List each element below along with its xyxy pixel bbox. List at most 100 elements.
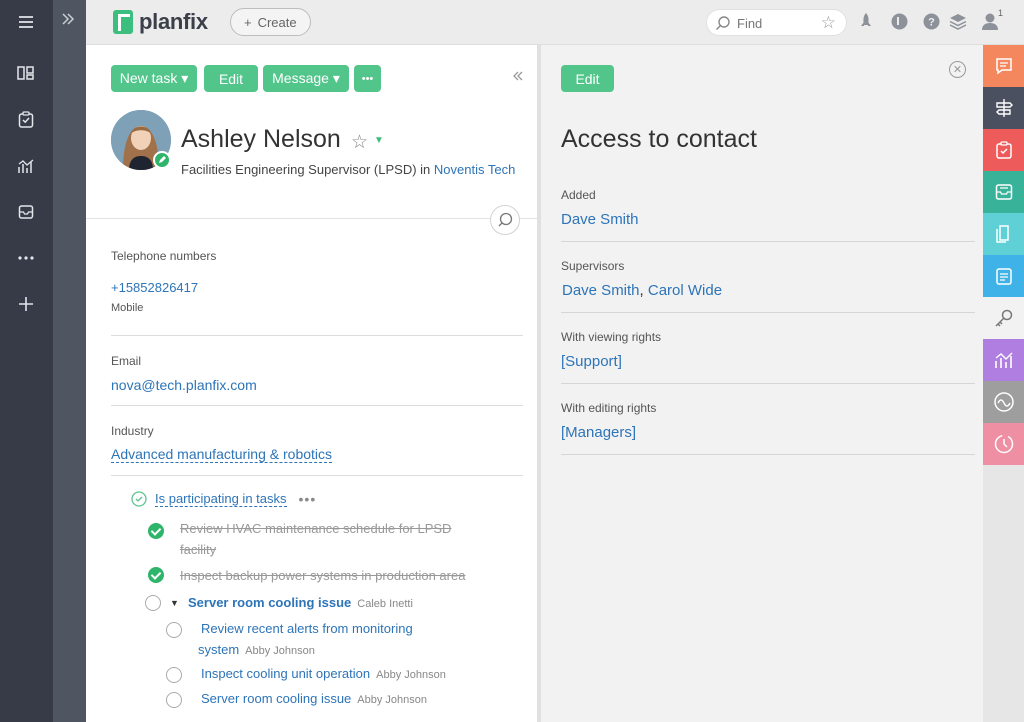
favorite-star-icon[interactable]: ☆	[351, 131, 368, 154]
add-icon[interactable]	[16, 294, 36, 314]
task-check-icon	[131, 491, 147, 507]
tasks-more-icon[interactable]: •••	[299, 491, 317, 507]
inbox-icon[interactable]	[983, 171, 1024, 213]
search-input[interactable]: Find ☆	[706, 9, 847, 36]
contact-card-pane: New task ▾ Edit Message ▾ ••• Ashley Nel…	[86, 45, 537, 722]
field-divider	[561, 312, 975, 313]
supervisor-link[interactable]: Dave Smith	[562, 282, 640, 299]
position-in: in	[420, 162, 431, 177]
menu-icon[interactable]	[16, 12, 36, 32]
contact-position: Facilities Engineering Supervisor (LPSD)…	[181, 162, 515, 177]
checklist-icon[interactable]	[983, 255, 1024, 297]
task-title[interactable]: Review recent alerts from monitoring	[201, 621, 413, 636]
industry-link[interactable]: Advanced manufacturing & robotics	[111, 446, 333, 463]
subtask-item[interactable]: Review recent alerts from monitoring sys…	[198, 618, 458, 662]
task-title: Review HVAC maintenance schedule for LPS…	[180, 521, 452, 536]
expand-sidebar-strip[interactable]	[53, 0, 86, 722]
supervisors-label: Supervisors	[561, 259, 625, 273]
subtask-item[interactable]: Inspect cooling unit operation Abby Johns…	[201, 663, 446, 686]
added-user-link[interactable]: Dave Smith	[561, 211, 639, 228]
more-icon[interactable]	[16, 248, 36, 268]
planfix-logo-icon	[113, 10, 133, 34]
phone-label: Telephone numbers	[111, 249, 217, 263]
task-icon[interactable]	[983, 129, 1024, 171]
documents-icon[interactable]	[983, 213, 1024, 255]
help-icon[interactable]: ?	[922, 12, 940, 30]
task-title[interactable]: Inspect cooling unit operation	[201, 666, 370, 681]
editing-rights-label: With editing rights	[561, 401, 657, 415]
logo-text: planfix	[139, 9, 208, 34]
task-title[interactable]: Server room cooling issue	[201, 691, 351, 706]
field-divider	[111, 475, 523, 476]
industry-label: Industry	[111, 424, 154, 438]
right-tool-strip	[983, 45, 1024, 722]
message-button[interactable]: Message ▾	[263, 65, 349, 92]
plus-icon: +	[244, 14, 252, 30]
create-button[interactable]: + Create	[230, 8, 311, 36]
signpost-icon[interactable]	[983, 87, 1024, 129]
top-bar: planfix + Create Find ☆ ? 1	[86, 0, 1024, 45]
edit-avatar-icon[interactable]	[153, 151, 171, 169]
supervisor-link[interactable]: Carol Wide	[648, 282, 722, 299]
contact-name: Ashley Nelson	[181, 125, 341, 153]
search-icon	[716, 16, 730, 30]
main-sidebar	[0, 0, 53, 722]
editing-rights-link[interactable]: [Managers]	[561, 424, 636, 441]
new-task-button[interactable]: New task ▾	[111, 65, 197, 92]
task-done-check-icon[interactable]	[148, 523, 164, 539]
added-label: Added	[561, 188, 596, 202]
chat-icon[interactable]	[983, 45, 1024, 87]
logo[interactable]: planfix	[113, 9, 208, 35]
tasks-icon[interactable]	[16, 110, 36, 130]
field-divider	[111, 335, 523, 336]
edit-access-button[interactable]: Edit	[561, 65, 614, 92]
analytics-icon[interactable]	[983, 339, 1024, 381]
subtask-open-check[interactable]	[166, 692, 182, 708]
wave-icon[interactable]	[983, 381, 1024, 423]
projects-icon[interactable]	[16, 63, 36, 83]
position-title: Facilities Engineering Supervisor (LPSD)	[181, 162, 417, 177]
notification-count: 1	[998, 8, 1004, 18]
task-title[interactable]: Server room cooling issue	[188, 595, 351, 610]
close-icon[interactable]: ✕	[949, 61, 966, 78]
favorites-star-icon[interactable]: ☆	[821, 13, 836, 33]
comment-button[interactable]	[490, 205, 520, 235]
double-chevron-right-icon[interactable]	[61, 12, 75, 31]
supervisors-list: Dave Smith, Carol Wide	[562, 282, 722, 299]
subtask-open-check[interactable]	[166, 667, 182, 683]
task-item[interactable]: Review HVAC maintenance schedule for LPS…	[180, 518, 480, 560]
rocket-icon[interactable]	[857, 12, 875, 30]
subtask-open-check[interactable]	[166, 622, 182, 638]
expand-caret-icon[interactable]: ▼	[170, 598, 179, 608]
planfix-bot-icon[interactable]	[890, 12, 908, 30]
field-divider	[561, 241, 975, 242]
viewing-rights-link[interactable]: [Support]	[561, 353, 622, 370]
analytics-icon[interactable]	[16, 156, 36, 176]
field-divider	[561, 454, 975, 455]
key-icon[interactable]	[983, 297, 1024, 339]
company-link[interactable]: Noventis Tech	[434, 162, 515, 177]
task-done-check-icon[interactable]	[148, 567, 164, 583]
phone-link[interactable]: +15852826417	[111, 280, 198, 295]
task-item[interactable]: Server room cooling issue Caleb Inetti	[188, 592, 413, 615]
task-item[interactable]: Inspect backup power systems in producti…	[180, 565, 465, 586]
user-profile-icon[interactable]: 1	[978, 8, 1004, 30]
tasks-section-link[interactable]: Is participating in tasks	[155, 491, 287, 507]
subtask-item[interactable]: Server room cooling issue Abby Johnson	[201, 688, 427, 711]
task-assignee: Abby Johnson	[357, 694, 428, 706]
supervisor-separator: ,	[639, 282, 644, 299]
task-title-cont[interactable]: system	[198, 642, 239, 657]
layers-icon[interactable]	[949, 12, 967, 30]
email-link[interactable]: nova@tech.planfix.com	[111, 377, 257, 393]
more-actions-button[interactable]: •••	[354, 65, 381, 92]
phone-type: Mobile	[111, 302, 144, 314]
tasks-section-header: Is participating in tasks •••	[131, 491, 316, 507]
chevron-down-icon[interactable]: ▼	[374, 135, 384, 146]
edit-contact-button[interactable]: Edit	[204, 65, 258, 92]
history-icon[interactable]	[983, 423, 1024, 465]
task-title: Inspect backup power systems in producti…	[180, 568, 466, 583]
inbox-icon[interactable]	[16, 202, 36, 222]
collapse-pane-icon[interactable]	[512, 69, 524, 87]
task-open-check[interactable]	[145, 595, 161, 611]
field-divider	[561, 383, 975, 384]
